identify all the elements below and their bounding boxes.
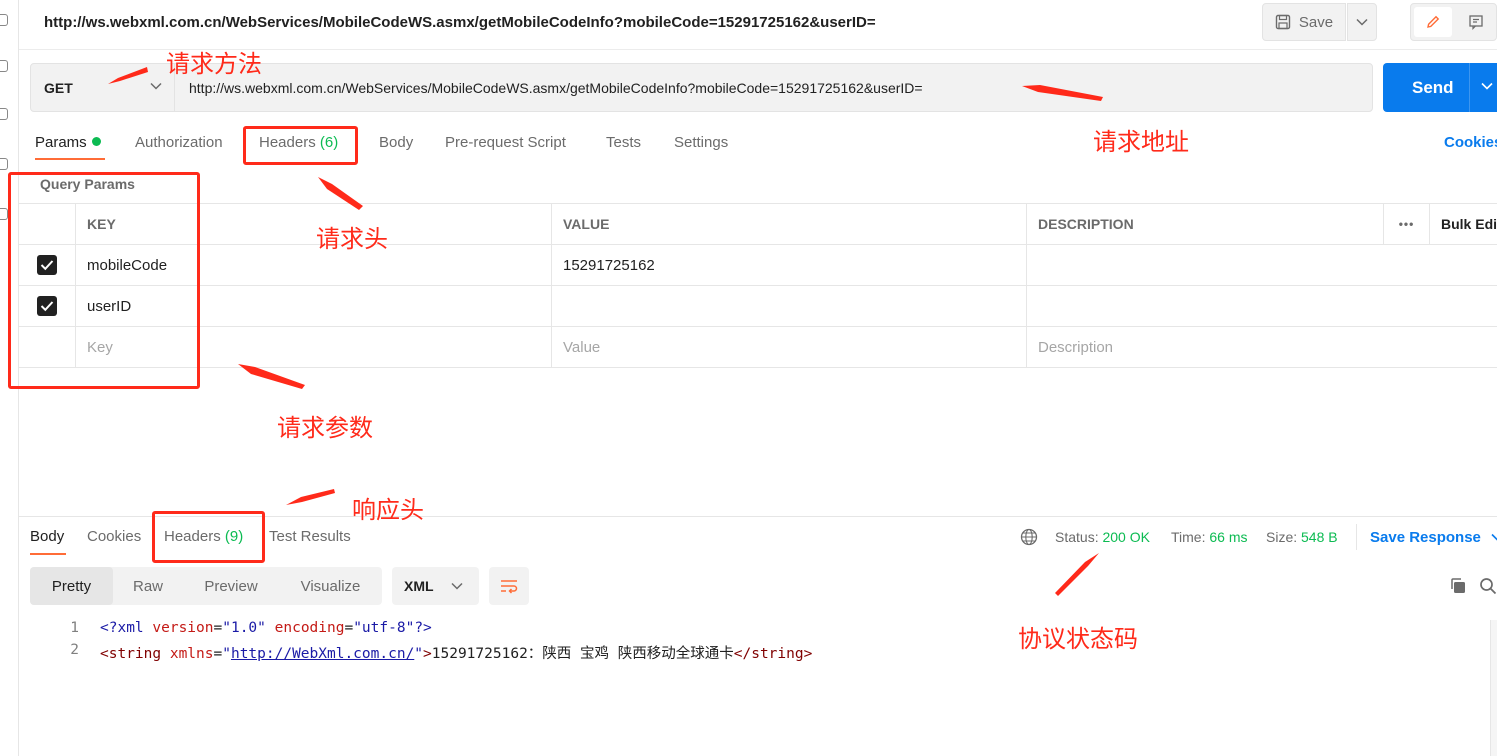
request-header-bar: http://ws.webxml.com.cn/WebServices/Mobi… [19, 0, 1497, 50]
save-dropdown-button[interactable] [1347, 3, 1377, 41]
size-info[interactable]: Size: 548 B [1266, 529, 1338, 545]
table-row-new: Key Value Description [19, 327, 1497, 368]
annotation-response-headers: 响应头 [352, 496, 424, 524]
edit-mode-button[interactable] [1414, 7, 1452, 37]
annotation-request-headers: 请求头 [316, 225, 388, 253]
send-button[interactable]: Send [1383, 63, 1497, 112]
format-pretty[interactable]: Pretty [30, 567, 113, 605]
chevron-down-icon [1356, 18, 1368, 26]
chevron-down-icon [150, 82, 162, 90]
status-separator [1356, 524, 1357, 550]
response-tab-body[interactable]: Body [30, 528, 64, 545]
status-label: Status: [1055, 529, 1099, 545]
documentation-mode-button[interactable] [1457, 7, 1495, 37]
chevron-down-icon [1491, 533, 1497, 541]
response-tab-test-results[interactable]: Test Results [269, 528, 351, 545]
annotation-box-response-headers [152, 511, 265, 563]
line-number: 2 [70, 642, 79, 658]
status-value: 200 OK [1102, 529, 1150, 545]
size-label: Size: [1266, 529, 1298, 545]
status-info[interactable]: Status: 200 OK [1055, 529, 1150, 545]
pencil-icon [1427, 15, 1440, 28]
chevron-down-icon[interactable] [1481, 82, 1493, 90]
editor-scrollbar[interactable] [1490, 620, 1497, 756]
tab-authorization[interactable]: Authorization [135, 134, 223, 151]
size-value: 548 B [1301, 529, 1338, 545]
request-title[interactable]: http://ws.webxml.com.cn/WebServices/Mobi… [44, 14, 876, 31]
active-response-tab-indicator [30, 553, 66, 555]
annotation-box-headers [243, 126, 358, 165]
sidebar-icon[interactable] [0, 14, 8, 26]
time-label: Time: [1171, 529, 1206, 545]
params-active-dot [91, 137, 101, 146]
code-text: <?xml version="1.0" encoding="utf-8"?> [100, 620, 432, 636]
language-select[interactable]: XML [392, 567, 479, 605]
sidebar-icon[interactable] [0, 108, 8, 120]
wrap-lines-icon [501, 580, 518, 594]
save-button[interactable]: Save [1262, 3, 1346, 41]
value-placeholder[interactable]: Value [551, 327, 1026, 367]
column-value: VALUE [551, 204, 1026, 244]
format-raw[interactable]: Raw [113, 567, 183, 605]
annotation-params: 请求参数 [277, 414, 373, 442]
column-description: DESCRIPTION [1026, 204, 1383, 244]
table-row: mobileCode 15291725162 [19, 245, 1497, 286]
param-value[interactable]: 15291725162 [551, 245, 1026, 285]
response-tab-cookies[interactable]: Cookies [87, 528, 141, 545]
annotation-method: 请求方法 [166, 50, 262, 78]
time-value: 66 ms [1209, 529, 1248, 545]
method-value: GET [44, 79, 73, 96]
more-options-button[interactable]: ••• [1383, 204, 1429, 244]
annotation-status: 协议状态码 [1018, 625, 1138, 653]
format-visualize[interactable]: Visualize [279, 567, 382, 605]
annotation-box-params [8, 172, 200, 389]
save-response-label: Save Response [1370, 529, 1481, 546]
document-icon [1469, 15, 1483, 30]
cookies-link[interactable]: Cookies [1444, 134, 1497, 151]
response-format-toggle: Pretty Raw Preview Visualize [30, 567, 382, 605]
sidebar-icon[interactable] [0, 208, 8, 220]
send-label: Send [1412, 77, 1454, 97]
tab-params-label: Params [35, 134, 87, 151]
description-placeholder[interactable]: Description [1026, 327, 1497, 367]
arrow-status [1055, 553, 1099, 596]
response-text-value: 15291725162：陕西 宝鸡 陕西移动全球通卡 [431, 646, 734, 662]
active-tab-indicator [35, 158, 105, 160]
param-value[interactable] [551, 286, 1026, 326]
annotation-url: 请求地址 [1093, 128, 1189, 156]
copy-icon[interactable] [1449, 577, 1467, 595]
table-row: userID [19, 286, 1497, 327]
line-number: 1 [70, 620, 79, 636]
sidebar-icon[interactable] [0, 158, 8, 170]
wrap-lines-button[interactable] [489, 567, 529, 605]
tab-tests[interactable]: Tests [606, 134, 641, 151]
language-value: XML [404, 578, 434, 594]
param-description[interactable] [1026, 245, 1497, 285]
send-divider [1469, 63, 1470, 112]
url-input[interactable] [176, 64, 1372, 111]
table-header-row: KEY VALUE DESCRIPTION ••• Bulk Edit [19, 203, 1497, 245]
bulk-edit-button[interactable]: Bulk Edit [1429, 204, 1497, 244]
view-mode-toggle [1410, 3, 1497, 41]
tab-body[interactable]: Body [379, 134, 413, 151]
search-icon[interactable] [1479, 577, 1497, 595]
method-select[interactable]: GET [31, 64, 175, 111]
param-description[interactable] [1026, 286, 1497, 326]
code-text: <string xmlns="http://WebXml.com.cn/">15… [100, 646, 813, 662]
arrow-response-headers [286, 489, 335, 505]
format-preview[interactable]: Preview [183, 567, 279, 605]
globe-icon[interactable] [1020, 528, 1038, 546]
chevron-down-icon [451, 582, 463, 590]
save-label: Save [1298, 13, 1334, 31]
save-response-button[interactable]: Save Response [1370, 529, 1497, 546]
xmlns-link[interactable]: http://WebXml.com.cn/ [231, 646, 414, 662]
tab-settings[interactable]: Settings [674, 134, 728, 151]
save-icon [1275, 14, 1291, 30]
time-info[interactable]: Time: 66 ms [1171, 529, 1248, 545]
tab-pre-request-script[interactable]: Pre-request Script [445, 134, 566, 151]
sidebar-icon[interactable] [0, 60, 8, 72]
tab-params[interactable]: Params [35, 134, 101, 151]
